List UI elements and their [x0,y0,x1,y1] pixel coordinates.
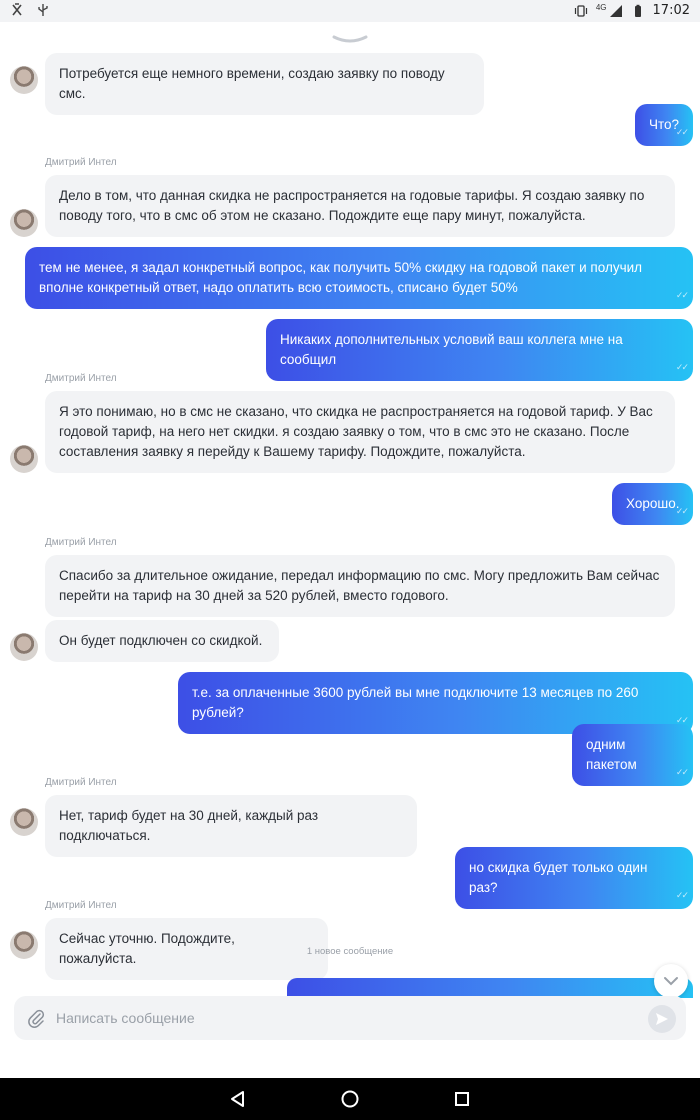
sender-name: Дмитрий Интел [45,900,117,911]
sender-name: Дмитрий Интел [45,157,117,168]
navigation-bar [0,1078,700,1120]
read-ticks-icon: ✓✓ [675,127,689,137]
read-ticks-icon: ✓✓ [675,362,689,372]
incoming-message: Я это понимаю, но в смс не сказано, что … [45,391,675,473]
battery-icon [634,4,641,17]
message-text: Хорошо. [626,496,680,511]
message-text: одним пакетом [586,737,637,772]
message-input[interactable] [56,1004,636,1032]
message-composer [14,996,686,1040]
outgoing-message-partial [287,978,693,998]
outgoing-message: тем не менее, я задал конкретный вопрос,… [25,247,693,309]
read-ticks-icon: ✓✓ [675,890,689,900]
message-line: вполне конкретный ответ, надо оплатить в… [39,280,518,295]
message-text: Что? [649,117,680,132]
incoming-message: Нет, тариф будет на 30 дней, каждый раз … [45,795,417,857]
outgoing-message: одним пакетом ✓✓ [572,724,693,786]
sender-name: Дмитрий Интел [45,537,117,548]
agent-avatar [10,445,38,473]
new-messages-divider: 1 новое сообщение [306,946,394,957]
home-icon[interactable] [340,1089,360,1109]
read-ticks-icon: ✓✓ [675,767,689,777]
vibrate-icon [574,4,587,17]
read-ticks-icon: ✓✓ [675,506,689,516]
message-line: Дело в том, что данная скидка не распрос… [59,188,645,203]
collapse-handle-icon[interactable] [330,34,370,46]
network-label: 4G [595,3,607,12]
message-line: годовой тариф, на него нет скидки. я соз… [59,424,630,439]
message-line: перейти на тариф на 30 дней за 520 рубле… [59,588,449,603]
read-ticks-icon: ✓✓ [675,290,689,300]
outgoing-message: Хорошо. ✓✓ [612,483,693,525]
message-line: Я это понимаю, но в смс не сказано, что … [59,404,653,419]
outgoing-message: Что? ✓✓ [635,104,693,146]
recents-icon[interactable] [452,1089,472,1109]
send-icon [656,1013,668,1025]
status-bar: 4G 17:02 [0,0,700,22]
message-line: составления заявку я перейду к Вашему та… [59,444,526,459]
signal-icon [609,4,622,17]
usb-debug-icon [12,3,22,16]
incoming-message: Потребуется еще немного времени, создаю … [45,53,484,115]
incoming-message: Он будет подключен со скидкой. [45,620,279,662]
message-text: Нет, тариф будет на 30 дней, каждый раз … [59,808,319,843]
message-text: Никаких дополнительных условий ваш колле… [280,332,623,367]
outgoing-message: Никаких дополнительных условий ваш колле… [266,319,693,381]
agent-avatar [10,209,38,237]
incoming-message: Дело в том, что данная скидка не распрос… [45,175,675,237]
agent-avatar [10,66,38,94]
back-icon[interactable] [228,1089,248,1109]
chevron-down-icon [664,977,678,986]
message-line: Спасибо за длительное ожидание, передал … [59,568,660,583]
sender-name: Дмитрий Интел [45,373,117,384]
send-button[interactable] [648,1005,676,1033]
message-text: т.е. за оплаченные 3600 рублей вы мне по… [192,685,639,720]
message-text: но скидка будет только один раз? [469,860,648,895]
attach-icon[interactable] [26,1008,46,1028]
message-line: тем не менее, я задал конкретный вопрос,… [39,260,643,275]
incoming-message: Спасибо за длительное ожидание, передал … [45,555,675,617]
status-time: 17:02 [652,3,690,18]
outgoing-message: но скидка будет только один раз? ✓✓ [455,847,693,909]
message-text: Он будет подключен со скидкой. [59,633,263,648]
usb-icon [38,4,48,16]
message-line: поводу того, что в смс об этом не сказан… [59,208,586,223]
message-text: Потребуется еще немного времени, создаю … [59,66,445,101]
sender-name: Дмитрий Интел [45,777,117,788]
agent-avatar [10,808,38,836]
agent-avatar [10,633,38,661]
scroll-to-bottom-button[interactable] [654,964,688,998]
